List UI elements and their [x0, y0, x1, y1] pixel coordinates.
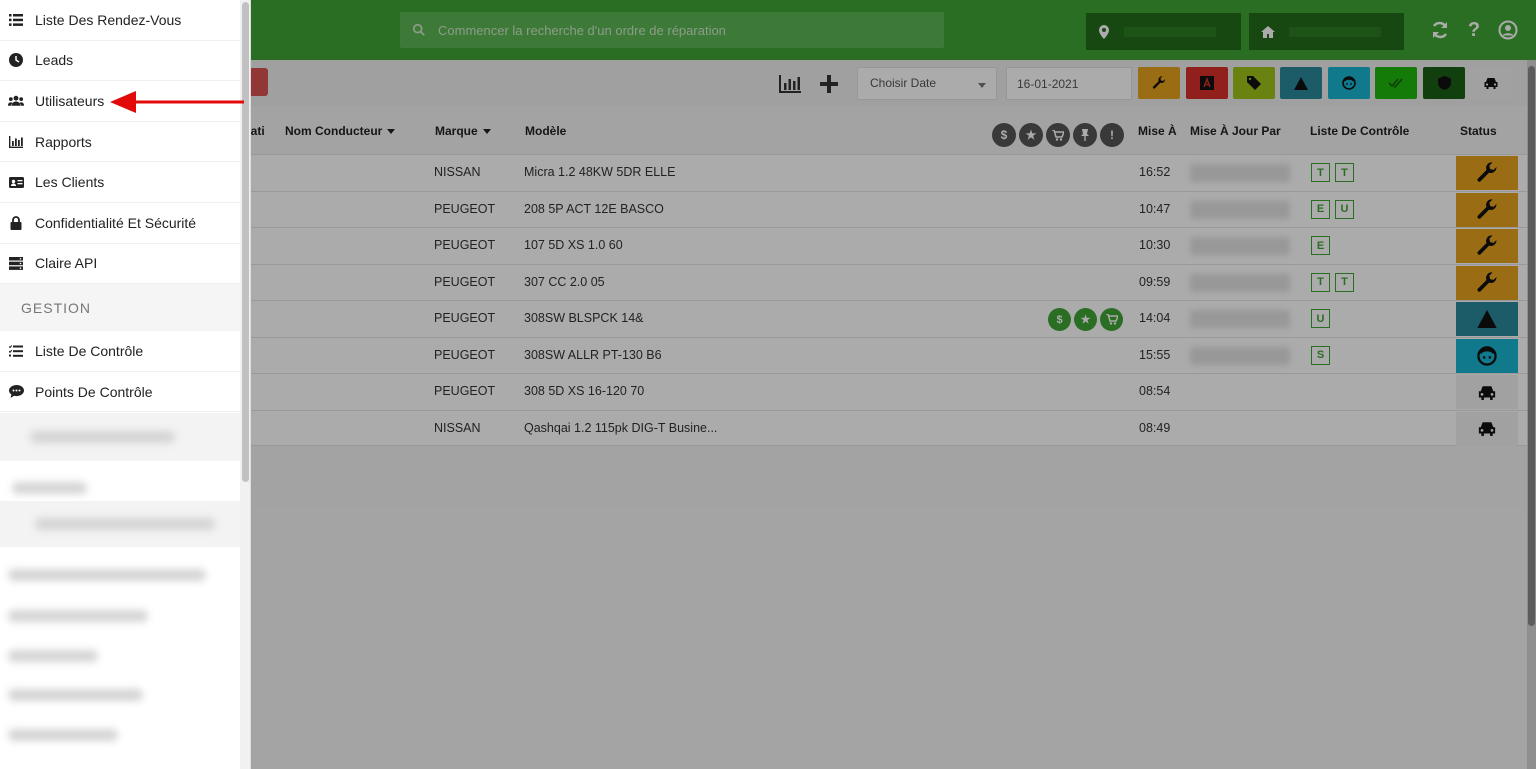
sidebar-section-heading: GESTION	[0, 284, 250, 332]
redacted-text	[30, 431, 175, 443]
users-icon	[8, 93, 24, 109]
sidebar-menu: Liste Des Rendez-Vous Leads Utilisateurs…	[0, 0, 251, 769]
sidebar-item-label: Leads	[35, 52, 74, 69]
redacted-text	[12, 482, 87, 494]
clock-icon	[8, 52, 24, 68]
sidebar-item-label: Liste Des Rendez-Vous	[35, 11, 182, 28]
redacted-text	[8, 569, 206, 581]
sidebar-item-checkpoints[interactable]: Points De Contrôle	[0, 372, 250, 413]
redacted-text	[8, 729, 118, 741]
sidebar-scrollbar-thumb[interactable]	[242, 2, 249, 482]
sidebar-item-label: Les Clients	[35, 174, 105, 191]
list-icon	[8, 12, 24, 28]
redacted-text	[8, 650, 98, 662]
redacted-text	[35, 518, 215, 530]
sidebar-item-label: Utilisateurs	[35, 92, 105, 109]
server-icon	[8, 255, 24, 271]
sidebar-item-label: Liste De Contrôle	[35, 342, 144, 359]
sidebar-scrollbar[interactable]	[240, 0, 250, 769]
sidebar-item-appointments[interactable]: Liste Des Rendez-Vous	[0, 0, 250, 41]
sidebar-item-label: Claire API	[35, 255, 98, 272]
sidebar-item-checklist[interactable]: Liste De Contrôle	[0, 331, 250, 372]
sidebar-item-privacy-security[interactable]: Confidentialité Et Sécurité	[0, 203, 250, 244]
bar-chart-icon	[8, 134, 24, 150]
sidebar-item-claire-api[interactable]: Claire API	[0, 244, 250, 285]
id-card-icon	[8, 174, 24, 190]
comment-icon	[8, 384, 24, 400]
redacted-text	[8, 689, 143, 701]
sidebar-item-label: Rapports	[35, 133, 92, 150]
annotation-arrow	[110, 91, 244, 113]
sidebar-item-reports[interactable]: Rapports	[0, 122, 250, 163]
sidebar-item-label: Points De Contrôle	[35, 383, 153, 400]
checklist-icon	[8, 343, 24, 359]
sidebar-item-leads[interactable]: Leads	[0, 41, 250, 82]
sidebar-redacted-block	[0, 413, 240, 461]
sidebar-item-clients[interactable]: Les Clients	[0, 162, 250, 203]
redacted-text	[8, 610, 148, 622]
lock-icon	[8, 215, 24, 231]
sidebar-item-label: Confidentialité Et Sécurité	[35, 214, 197, 231]
sidebar-redacted-block	[0, 501, 240, 547]
